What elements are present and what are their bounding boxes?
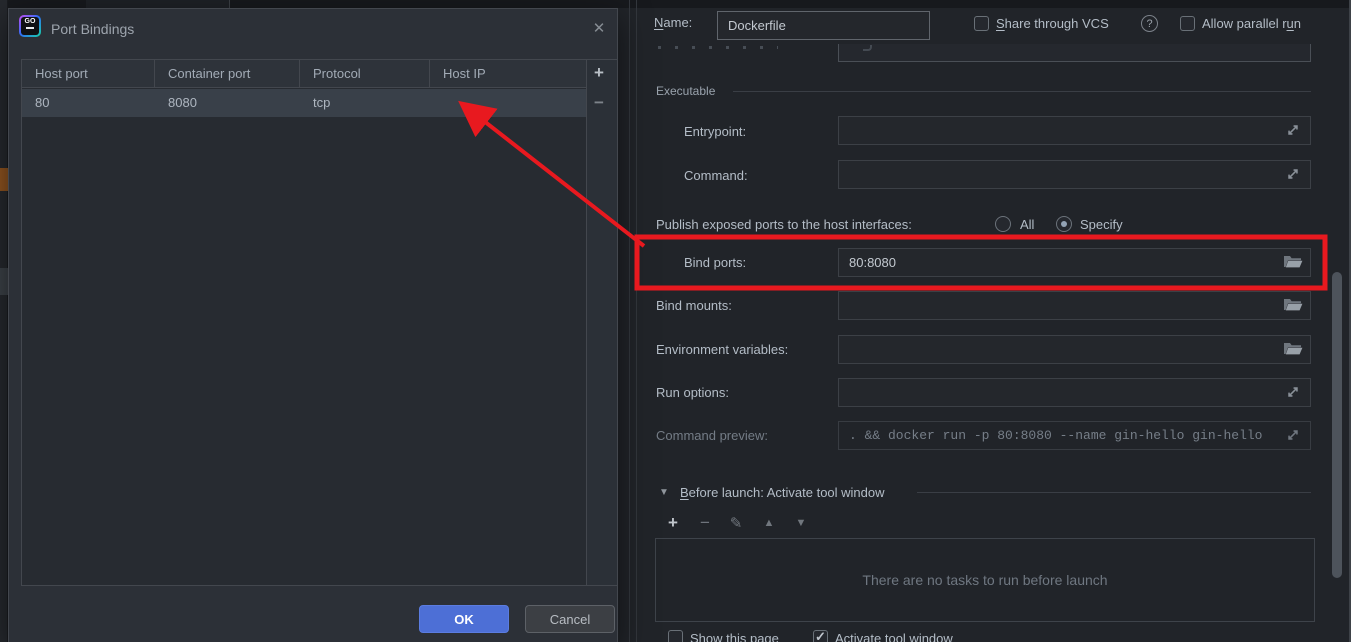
dialog-title: Port Bindings <box>51 21 134 37</box>
activate-tool-window-checkbox[interactable]: ✓ <box>813 630 828 642</box>
edit-task-button[interactable]: ✎ <box>726 514 746 532</box>
expand-icon[interactable] <box>1284 426 1304 446</box>
expand-icon[interactable] <box>1284 165 1304 185</box>
before-launch-line <box>917 492 1311 493</box>
radio-specify-label[interactable]: Specify <box>1080 217 1123 232</box>
share-vcs-checkbox[interactable] <box>974 16 989 31</box>
command-input[interactable] <box>838 160 1311 189</box>
before-launch-label[interactable]: Before launch: Activate tool window <box>680 485 885 500</box>
toolwindow-stripe <box>0 0 8 642</box>
move-down-button[interactable]: ▼ <box>791 517 811 529</box>
command-preview-value: . && docker run -p 80:8080 --name gin-he… <box>838 421 1311 450</box>
port-bindings-dialog: GO Port Bindings ✕ Host port Container p… <box>8 8 618 642</box>
run-options-label: Run options: <box>656 385 729 400</box>
cell-container-port[interactable]: 8080 <box>155 89 300 117</box>
col-host-port[interactable]: Host port <box>22 60 155 88</box>
folder-browse-icon[interactable] <box>1283 253 1303 273</box>
env-vars-label: Environment variables: <box>656 342 788 357</box>
radio-dot <box>1061 221 1067 227</box>
cropped-text-fragment <box>863 45 872 51</box>
col-host-ip[interactable]: Host IP <box>430 60 587 88</box>
close-icon[interactable]: ✕ <box>587 17 611 41</box>
folder-browse-icon[interactable] <box>1283 296 1303 316</box>
bind-mounts-label: Bind mounts: <box>656 298 732 313</box>
executable-section-line <box>733 91 1311 92</box>
run-options-input[interactable] <box>838 378 1311 407</box>
background-tab <box>86 0 230 8</box>
move-up-button[interactable]: ▲ <box>759 517 779 529</box>
cell-host-port[interactable]: 80 <box>22 89 155 117</box>
executable-section-title: Executable <box>656 84 715 98</box>
bind-ports-label: Bind ports: <box>684 255 746 270</box>
panel-left-border <box>636 0 637 642</box>
screenshot-root: Name: Share through VCS ? Allow parallel… <box>0 0 1351 642</box>
ok-button[interactable]: OK <box>419 605 509 633</box>
radio-all-label[interactable]: All <box>1020 217 1034 232</box>
goland-logo-icon: GO <box>19 15 41 37</box>
add-task-button[interactable]: + <box>663 513 683 533</box>
cropped-field[interactable] <box>838 44 1311 62</box>
collapse-icon[interactable]: ▼ <box>659 487 669 498</box>
table-row[interactable]: 80 8080 tcp <box>22 89 587 117</box>
folder-browse-icon[interactable] <box>1283 340 1303 360</box>
allow-parallel-checkbox[interactable] <box>1180 16 1195 31</box>
entrypoint-input[interactable] <box>838 116 1311 145</box>
vertical-scrollbar[interactable] <box>1332 272 1342 578</box>
table-header-row: Host port Container port Protocol Host I… <box>22 60 587 88</box>
share-vcs-label[interactable]: Share through VCS <box>996 16 1109 31</box>
panel-splitter <box>629 0 630 642</box>
check-icon: ✓ <box>815 629 826 642</box>
tasks-list-box: There are no tasks to run before launch <box>655 538 1315 622</box>
command-preview-label: Command preview: <box>656 428 768 443</box>
bind-mounts-input[interactable] <box>838 291 1311 320</box>
port-bindings-table: Host port Container port Protocol Host I… <box>21 59 618 586</box>
stripe-badge-light <box>0 268 8 295</box>
help-icon[interactable]: ? <box>1141 15 1158 32</box>
expand-icon[interactable] <box>1284 121 1304 141</box>
add-row-button[interactable]: + <box>594 63 604 83</box>
stripe-badge-orange <box>0 168 8 191</box>
name-label: Name: <box>654 15 692 30</box>
show-this-page-checkbox[interactable] <box>668 630 683 642</box>
env-vars-input[interactable] <box>838 335 1311 364</box>
radio-specify[interactable] <box>1056 216 1072 232</box>
radio-all[interactable] <box>995 216 1011 232</box>
cropped-label-fragment <box>658 46 778 49</box>
entrypoint-label: Entrypoint: <box>684 124 746 139</box>
expand-icon[interactable] <box>1284 383 1304 403</box>
remove-task-button[interactable]: − <box>695 513 715 533</box>
cell-host-ip[interactable] <box>430 89 587 117</box>
col-container-port[interactable]: Container port <box>155 60 300 88</box>
publish-ports-label: Publish exposed ports to the host interf… <box>656 217 912 232</box>
allow-parallel-label[interactable]: Allow parallel run <box>1202 16 1301 31</box>
col-protocol[interactable]: Protocol <box>300 60 430 88</box>
command-label: Command: <box>684 168 748 183</box>
show-this-page-label[interactable]: Show this page <box>690 631 779 642</box>
cancel-button[interactable]: Cancel <box>525 605 615 633</box>
remove-row-button[interactable]: − <box>594 93 604 113</box>
activate-tool-window-label[interactable]: Activate tool window <box>835 631 953 642</box>
cell-protocol[interactable]: tcp <box>300 89 430 117</box>
background-tab-strip <box>0 0 1351 8</box>
name-input[interactable] <box>717 11 930 40</box>
tasks-empty-text: There are no tasks to run before launch <box>862 572 1107 588</box>
table-toolbar-gutter: + − <box>586 60 617 585</box>
bind-ports-input[interactable] <box>838 248 1311 277</box>
